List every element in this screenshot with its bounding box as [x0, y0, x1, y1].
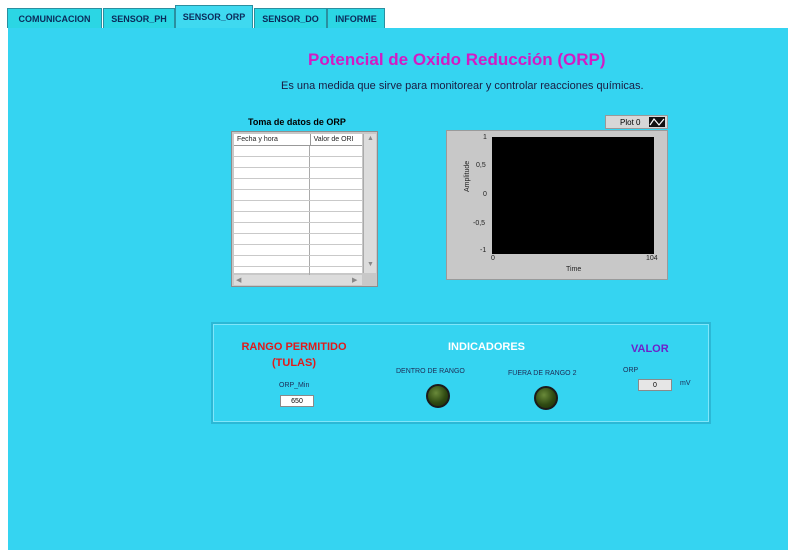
- table-row[interactable]: [234, 157, 362, 168]
- table-row[interactable]: [234, 201, 362, 212]
- plot-line-style-icon[interactable]: [649, 117, 665, 127]
- orp-label: ORP: [623, 367, 639, 374]
- dentro-rango-label: DENTRO DE RANGO: [396, 368, 465, 375]
- dentro-rango-led: [426, 384, 450, 408]
- tab-panel: Potencial de Oxido Reducción (ORP) Es un…: [8, 28, 788, 550]
- table-row[interactable]: [234, 179, 362, 190]
- table-row[interactable]: [234, 146, 362, 157]
- y-tick: 1: [483, 134, 487, 141]
- orp-min-input[interactable]: 650: [280, 395, 314, 407]
- column-header-valor: Valor de ORI: [313, 136, 354, 143]
- x-axis-label: Time: [566, 266, 582, 273]
- plot-area[interactable]: [492, 137, 654, 254]
- y-axis-label: Amplitude: [464, 160, 471, 192]
- table-row[interactable]: [234, 245, 362, 256]
- tab-sensor-ph[interactable]: SENSOR_PH: [103, 8, 175, 28]
- rango-title-line1: RANGO PERMITIDO: [241, 341, 347, 353]
- tab-bar: COMUNICACION SENSOR_PH SENSOR_ORP SENSOR…: [0, 0, 795, 28]
- table-body: Fecha y hora Valor de ORI: [234, 134, 362, 278]
- table-row[interactable]: [234, 168, 362, 179]
- table-row[interactable]: [234, 190, 362, 201]
- x-tick: 0: [491, 255, 495, 262]
- table-title: Toma de datos de ORP: [248, 117, 346, 127]
- vertical-scrollbar[interactable]: ▲ ▼: [363, 134, 376, 273]
- valor-title: VALOR: [631, 343, 669, 355]
- y-tick: -0,5: [473, 220, 486, 227]
- table-row[interactable]: [234, 234, 362, 245]
- table-row[interactable]: [234, 223, 362, 234]
- scroll-down-icon[interactable]: ▼: [367, 261, 374, 268]
- fuera-rango-led: [534, 386, 558, 410]
- y-tick: -1: [480, 247, 487, 254]
- tab-informe[interactable]: INFORME: [327, 8, 385, 28]
- tab-sensor-do[interactable]: SENSOR_DO: [254, 8, 327, 28]
- tab-sensor-orp[interactable]: SENSOR_ORP: [175, 5, 253, 28]
- y-tick: 0,5: [476, 162, 486, 169]
- table-row[interactable]: [234, 256, 362, 267]
- table-row[interactable]: [234, 212, 362, 223]
- page-subtitle: Es una medida que sirve para monitorear …: [281, 80, 644, 92]
- scroll-up-icon[interactable]: ▲: [367, 135, 374, 142]
- plot-legend-label: Plot 0: [620, 118, 641, 127]
- tab-comunicacion[interactable]: COMUNICACION: [7, 8, 102, 28]
- scroll-left-icon[interactable]: ◀: [236, 276, 241, 284]
- horizontal-scrollbar[interactable]: ◀ ▶: [234, 275, 362, 285]
- table-header: Fecha y hora Valor de ORI: [234, 134, 362, 146]
- scroll-right-icon[interactable]: ▶: [352, 276, 357, 284]
- plot-legend[interactable]: Plot 0: [605, 115, 668, 129]
- orp-min-label: ORP_Min: [279, 382, 310, 389]
- orp-value-display: 0: [638, 379, 672, 391]
- page-title: Potencial de Oxido Reducción (ORP): [308, 50, 606, 69]
- fuera-rango-label: FUERA DE RANGO 2: [508, 370, 577, 377]
- rango-title-line2: (TULAS): [272, 357, 316, 369]
- column-header-fecha: Fecha y hora: [234, 134, 311, 145]
- orp-unit: mV: [680, 380, 691, 387]
- x-tick: 104: [646, 255, 658, 262]
- indicadores-title: INDICADORES: [448, 341, 526, 353]
- orp-data-table[interactable]: Fecha y hora Valor de ORI ▲ ▼ ◀ ▶: [231, 131, 378, 287]
- rango-permitido-title: RANGO PERMITIDO (TULAS): [234, 339, 354, 371]
- y-tick: 0: [483, 191, 487, 198]
